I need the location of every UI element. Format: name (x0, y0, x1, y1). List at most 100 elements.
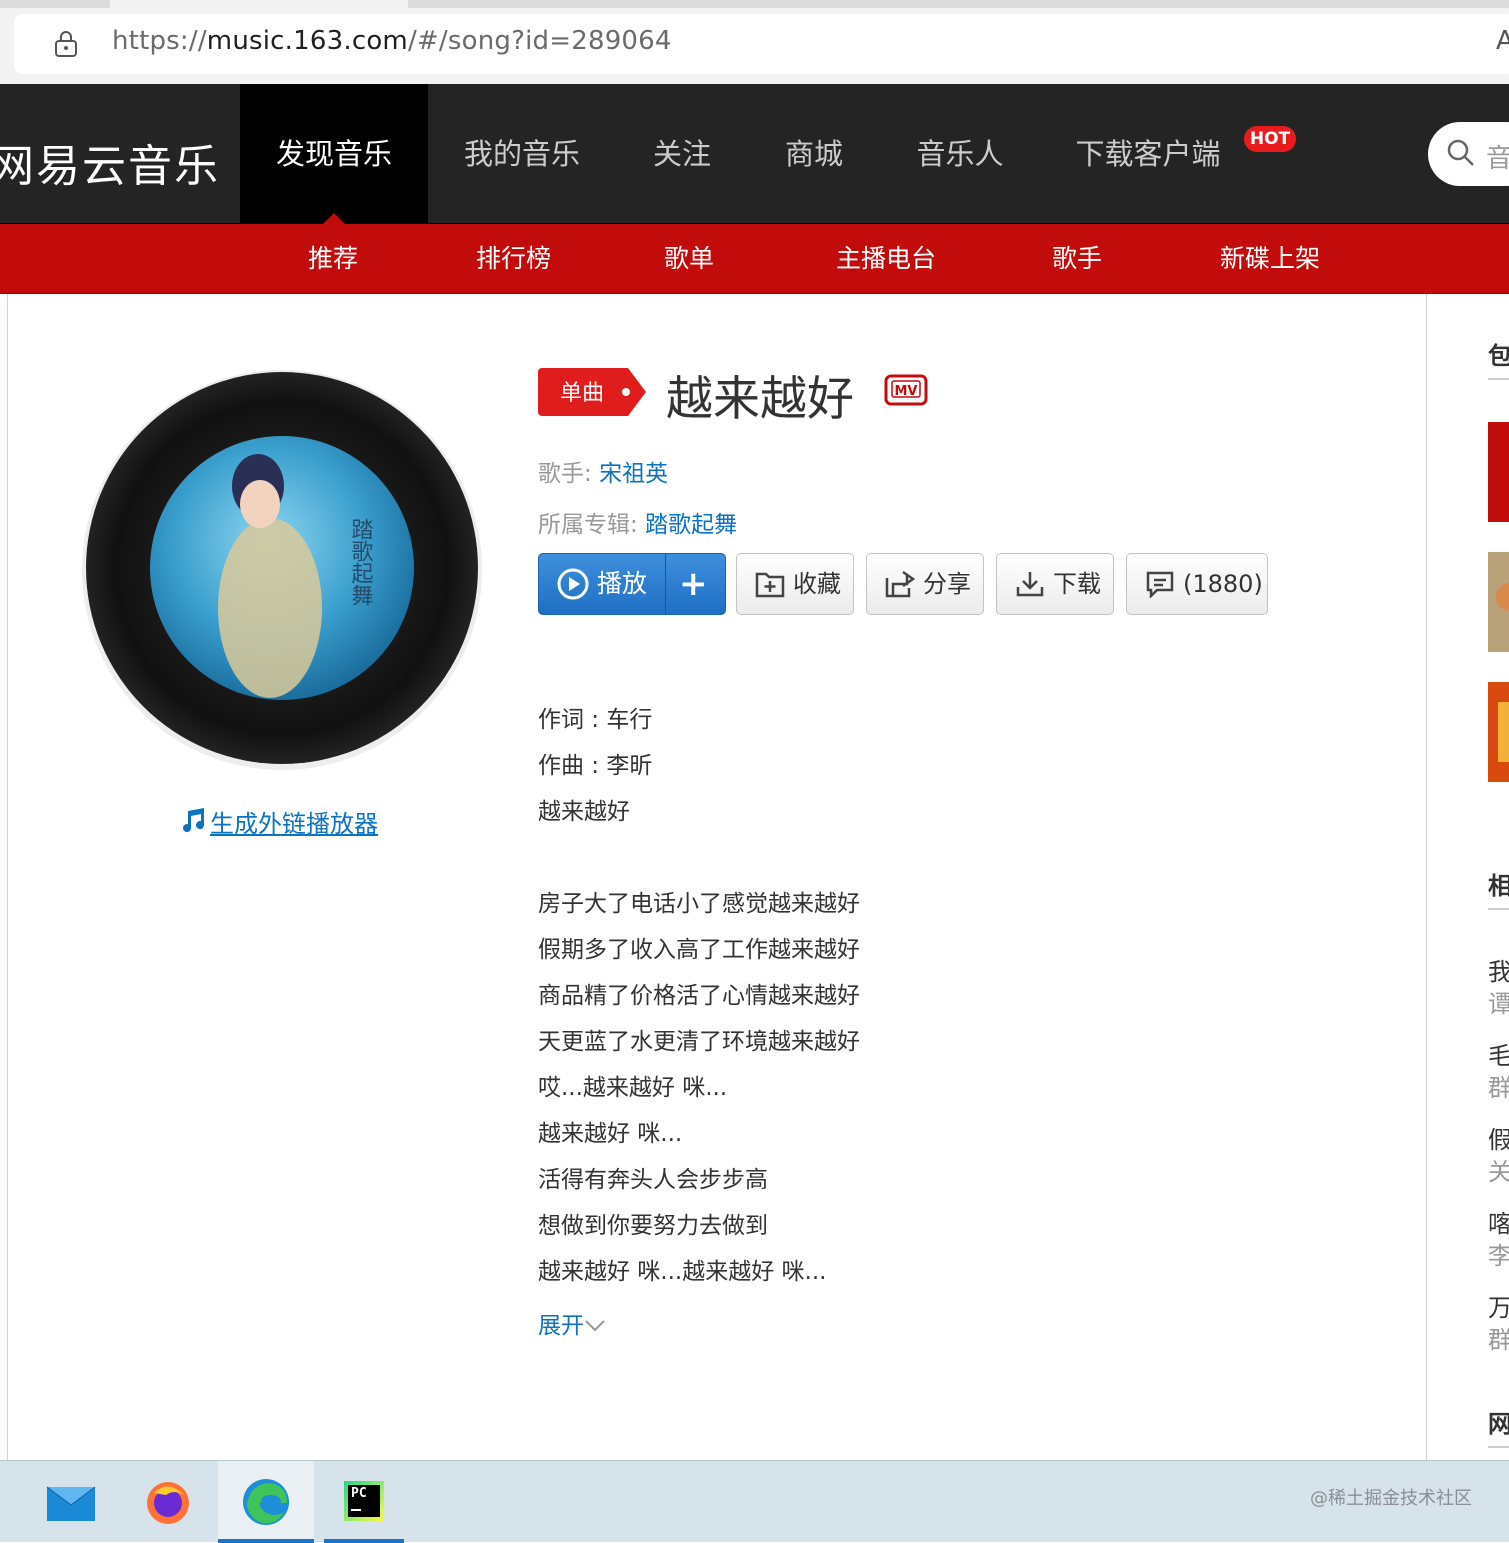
expand-lyrics-link[interactable]: 展开 (538, 1306, 606, 1340)
artist-link[interactable]: 宋祖英 (599, 461, 668, 487)
mv-icon[interactable]: MV (884, 372, 928, 408)
sidebar-playlist-thumb[interactable] (1488, 552, 1509, 652)
collect-button[interactable]: 收藏 (736, 553, 854, 615)
play-icon (557, 568, 589, 600)
related-song-title[interactable]: 万 (1488, 1288, 1509, 1323)
nav-discover-music[interactable]: 发现音乐 (240, 84, 428, 225)
share-label: 分享 (923, 570, 971, 598)
nav-follow[interactable]: 关注 (636, 84, 728, 224)
ext-player-link[interactable]: 生成外链播放器 (180, 804, 378, 839)
play-divider (665, 554, 666, 614)
svg-text:踏歌起舞: 踏歌起舞 (348, 518, 374, 606)
album-label: 所属专辑: (538, 512, 638, 538)
lock-icon[interactable] (54, 30, 78, 58)
subnav-radio[interactable]: 主播电台 (836, 224, 936, 294)
lyric-line: 想做到你要努力去做到 (538, 1213, 768, 1239)
nav-download-client[interactable]: 下载客户端 (1060, 84, 1236, 224)
nav-musician[interactable]: 音乐人 (900, 84, 1020, 224)
sidebar-divider (1488, 378, 1509, 380)
taskbar-firefox[interactable] (120, 1461, 216, 1543)
sidebar-divider (1488, 1446, 1509, 1448)
related-song-artist[interactable]: 李 (1488, 1236, 1509, 1271)
tab-strip (0, 0, 1509, 8)
sidebar-banner[interactable] (1488, 422, 1509, 522)
lyric-line: 假期多了收入高了工作越来越好 (538, 937, 860, 963)
single-badge: 单曲 (538, 368, 646, 416)
taskbar-mail[interactable] (22, 1461, 118, 1543)
top-nav: 网易云音乐 发现音乐 我的音乐 关注 商城 音乐人 下载客户端 HOT 音 (0, 84, 1509, 225)
reader-mode-icon[interactable]: A (1496, 26, 1509, 56)
artist-label: 歌手: (538, 461, 592, 487)
current-tab[interactable] (110, 0, 408, 8)
lyric-credit: 作词 : 车行 (538, 707, 653, 733)
nav-my-music[interactable]: 我的音乐 (444, 84, 600, 224)
lyric-line: 商品精了价格活了心情越来越好 (538, 983, 860, 1009)
sidebar-section-title: 相 (1488, 872, 1509, 900)
related-song-title[interactable]: 喀 (1488, 1204, 1509, 1239)
ext-player-label[interactable]: 生成外链播放器 (210, 810, 378, 838)
song-title: 越来越好 (666, 372, 854, 427)
download-label: 下载 (1053, 570, 1101, 598)
share-button[interactable]: 分享 (866, 553, 984, 615)
comment-button[interactable]: (1880) (1126, 553, 1268, 615)
play-button[interactable]: 播放 + (538, 553, 726, 615)
comment-count: (1880) (1183, 570, 1263, 598)
album-link[interactable]: 踏歌起舞 (645, 512, 737, 538)
related-song-artist[interactable]: 群 (1488, 1320, 1509, 1355)
lyric-line: 房子大了电话小了感觉越来越好 (538, 891, 860, 917)
browser-chrome: https://music.163.com/#/song?id=289064 A (0, 0, 1509, 84)
related-song-artist[interactable]: 群 (1488, 1068, 1509, 1103)
related-song-title[interactable]: 假 (1488, 1120, 1509, 1155)
mail-icon (46, 1486, 96, 1521)
lyric-credit: 作曲 : 李昕 (538, 753, 653, 779)
related-song-artist[interactable]: 关 (1488, 1152, 1509, 1187)
search-input[interactable]: 音 (1428, 122, 1509, 186)
search-icon (1447, 139, 1474, 166)
music-note-icon (180, 808, 206, 838)
related-song-title[interactable]: 我 (1488, 952, 1509, 987)
firefox-icon (147, 1482, 189, 1524)
pycharm-icon: PC (344, 1481, 384, 1521)
taskbar-edge[interactable] (218, 1461, 314, 1543)
edge-icon (243, 1479, 289, 1525)
subnav-artists[interactable]: 歌手 (1052, 224, 1102, 294)
active-indicator (218, 1539, 314, 1543)
comment-icon (1146, 571, 1174, 598)
lyric-line: 越来越好 咪...越来越好 咪... (538, 1259, 827, 1285)
chevron-down-icon (585, 1320, 605, 1332)
add-to-playlist-button[interactable]: + (679, 554, 708, 614)
folder-add-icon (755, 572, 785, 598)
subnav-playlists[interactable]: 歌单 (664, 224, 714, 294)
sidebar-divider (1488, 908, 1509, 910)
share-icon (885, 570, 915, 598)
sub-nav: 推荐 排行榜 歌单 主播电台 歌手 新碟上架 (0, 224, 1509, 294)
collect-label: 收藏 (793, 570, 841, 598)
watermark: @稀土掘金技术社区 (1310, 1488, 1472, 1509)
related-song-artist[interactable]: 谭 (1488, 984, 1509, 1019)
download-icon (1016, 572, 1044, 597)
lyric-credit: 越来越好 (538, 799, 630, 825)
sidebar-section-title: 包 (1488, 342, 1509, 370)
subnav-charts[interactable]: 排行榜 (476, 224, 551, 294)
sidebar-playlist-thumb[interactable] (1488, 682, 1509, 782)
lyric-line: 哎...越来越好 咪... (538, 1075, 728, 1101)
taskbar-pycharm[interactable]: PC (316, 1461, 412, 1543)
artist-row: 歌手: 宋祖英 (538, 454, 668, 488)
address-bar[interactable]: https://music.163.com/#/song?id=289064 A (14, 14, 1509, 74)
taskbar: PC (0, 1460, 1509, 1543)
svg-text:MV: MV (895, 384, 918, 399)
nav-store[interactable]: 商城 (768, 84, 860, 224)
album-cover: 踏歌起舞 (82, 370, 482, 770)
subnav-new-albums[interactable]: 新碟上架 (1220, 224, 1320, 294)
subnav-recommend[interactable]: 推荐 (308, 224, 358, 294)
related-song-title[interactable]: 毛 (1488, 1036, 1509, 1071)
url-text[interactable]: https://music.163.com/#/song?id=289064 (112, 26, 672, 56)
album-row: 所属专辑: 踏歌起舞 (538, 505, 737, 539)
site-logo[interactable]: 网易云音乐 (0, 130, 220, 194)
download-button[interactable]: 下载 (996, 553, 1114, 615)
sidebar-section-title: 网 (1488, 1410, 1509, 1438)
lyric-line: 天更蓝了水更清了环境越来越好 (538, 1029, 860, 1055)
running-indicator (324, 1539, 404, 1543)
search-placeholder: 音 (1486, 144, 1509, 174)
play-label: 播放 (597, 569, 648, 598)
